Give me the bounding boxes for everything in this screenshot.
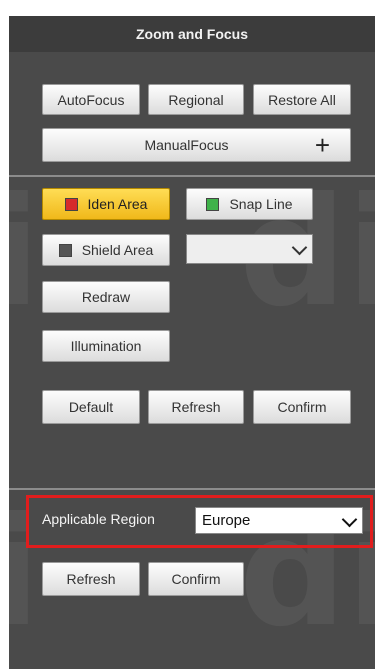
applicable-region-select[interactable]: Europe [195, 507, 363, 534]
refresh-button[interactable]: Refresh [148, 390, 244, 424]
regional-label: Regional [168, 91, 224, 108]
autofocus-button[interactable]: AutoFocus [42, 84, 140, 115]
section-divider [9, 488, 375, 490]
shield-area-button[interactable]: Shield Area [42, 234, 170, 266]
redraw-button[interactable]: Redraw [42, 281, 170, 313]
iden-area-swatch [64, 197, 78, 211]
snap-line-swatch [206, 197, 220, 211]
default-label: Default [68, 399, 114, 415]
manual-focus-label: ManualFocus [144, 137, 229, 153]
confirm-label: Confirm [277, 399, 327, 415]
redraw-label: Redraw [81, 289, 131, 305]
refresh-label: Refresh [171, 399, 221, 415]
region-refresh-button[interactable]: Refresh [42, 562, 140, 596]
applicable-region-label: Applicable Region [42, 511, 155, 527]
watermark: i [9, 166, 41, 340]
restore-all-label: Restore All [268, 91, 336, 108]
chevron-down-icon [291, 239, 308, 256]
shield-area-select[interactable] [186, 234, 313, 264]
section-divider [9, 175, 375, 177]
region-confirm-label: Confirm [171, 571, 221, 587]
shield-area-label: Shield Area [81, 242, 154, 258]
illumination-label: Illumination [70, 338, 142, 354]
restore-all-button[interactable]: Restore All [253, 84, 351, 115]
chevron-down-icon [341, 511, 358, 527]
applicable-region-value: Europe [202, 512, 251, 529]
panel-title: Zoom and Focus [9, 16, 375, 52]
default-button[interactable]: Default [42, 390, 140, 424]
confirm-button[interactable]: Confirm [253, 390, 351, 424]
iden-area-button[interactable]: Iden Area [42, 188, 170, 220]
region-refresh-label: Refresh [66, 571, 116, 587]
manual-focus-button[interactable]: ManualFocus + [42, 128, 351, 162]
illumination-button[interactable]: Illumination [42, 330, 170, 362]
region-confirm-button[interactable]: Confirm [148, 562, 244, 596]
snap-line-button[interactable]: Snap Line [186, 188, 313, 220]
plus-icon: + [314, 130, 330, 160]
snap-line-label: Snap Line [229, 196, 293, 212]
iden-area-label: Iden Area [87, 196, 148, 212]
regional-button[interactable]: Regional [148, 84, 244, 115]
shield-area-swatch [58, 243, 72, 257]
autofocus-label: AutoFocus [57, 91, 125, 108]
